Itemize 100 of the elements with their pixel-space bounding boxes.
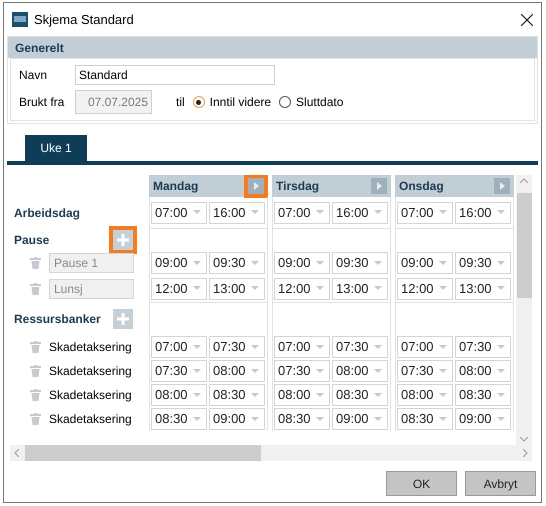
- dialog-button[interactable]: Avbryt: [465, 471, 536, 496]
- play-icon: [500, 182, 504, 190]
- resource-name: Skadetaksering: [49, 363, 132, 380]
- time-dropdown[interactable]: 16:00: [332, 202, 388, 224]
- time-dropdown[interactable]: 16:00: [455, 202, 511, 224]
- next-day-button[interactable]: [244, 175, 268, 198]
- time-dropdown[interactable]: 07:30: [397, 360, 453, 382]
- dropdown-caret-icon: [497, 260, 505, 266]
- close-icon[interactable]: [521, 14, 533, 26]
- time-dropdown[interactable]: 08:00: [455, 360, 511, 382]
- time-dropdown[interactable]: 09:00: [397, 252, 453, 274]
- time-dropdown[interactable]: 07:00: [274, 202, 330, 224]
- time-dropdown[interactable]: 12:00: [274, 278, 330, 300]
- dropdown-caret-icon: [374, 344, 382, 350]
- time-dropdown[interactable]: 12:00: [397, 278, 453, 300]
- time-dropdown[interactable]: 07:30: [274, 360, 330, 382]
- time-dropdown[interactable]: 09:30: [209, 252, 265, 274]
- vertical-scrollbar[interactable]: [516, 175, 532, 445]
- time-dropdown[interactable]: 08:00: [332, 360, 388, 382]
- section-label: Pause: [14, 232, 50, 249]
- date-field[interactable]: 07.07.2025: [75, 90, 152, 114]
- time-dropdown[interactable]: 07:30: [332, 336, 388, 358]
- time-dropdown[interactable]: 08:30: [455, 384, 511, 406]
- dropdown-caret-icon: [497, 392, 505, 398]
- time-dropdown[interactable]: 09:00: [209, 408, 265, 430]
- time-dropdown[interactable]: 08:00: [209, 360, 265, 382]
- dropdown-caret-icon: [251, 416, 259, 422]
- time-dropdown[interactable]: 08:30: [397, 408, 453, 430]
- dropdown-caret-icon: [316, 392, 324, 398]
- trash-icon[interactable]: [30, 283, 41, 295]
- trash-icon[interactable]: [30, 413, 41, 425]
- time-dropdown[interactable]: 09:00: [332, 408, 388, 430]
- section-header: Generelt: [8, 37, 537, 58]
- dropdown-caret-icon: [316, 286, 324, 291]
- dropdown-caret-icon: [497, 344, 505, 350]
- trash-icon[interactable]: [30, 389, 41, 401]
- radio-option[interactable]: Inntil videre: [192, 93, 272, 111]
- resource-name: Skadetaksering: [49, 411, 132, 428]
- scroll-thumb[interactable]: [516, 192, 532, 298]
- time-dropdown[interactable]: 07:00: [274, 336, 330, 358]
- time-dropdown[interactable]: 08:00: [151, 384, 207, 406]
- trash-icon[interactable]: [30, 257, 41, 269]
- time-dropdown[interactable]: 08:00: [397, 384, 453, 406]
- time-dropdown[interactable]: 13:00: [332, 278, 388, 300]
- dropdown-caret-icon: [251, 210, 259, 215]
- dropdown-caret-icon: [251, 344, 259, 350]
- time-dropdown[interactable]: 08:30: [151, 408, 207, 430]
- trash-icon[interactable]: [30, 365, 41, 377]
- time-dropdown[interactable]: 09:00: [274, 252, 330, 274]
- add-button[interactable]: [113, 309, 133, 329]
- next-day-button[interactable]: [371, 178, 387, 194]
- trash-icon[interactable]: [30, 341, 41, 353]
- play-icon: [376, 182, 382, 190]
- time-dropdown[interactable]: 16:00: [209, 202, 265, 224]
- dropdown-caret-icon: [193, 392, 201, 398]
- time-dropdown[interactable]: 07:30: [455, 336, 511, 358]
- resource-name: Skadetaksering: [49, 339, 132, 356]
- name-field[interactable]: Standard: [75, 65, 275, 85]
- time-dropdown[interactable]: 07:30: [209, 336, 265, 358]
- time-dropdown[interactable]: 08:30: [274, 408, 330, 430]
- time-dropdown[interactable]: 12:00: [151, 278, 207, 300]
- dropdown-caret-icon: [251, 286, 259, 291]
- time-dropdown[interactable]: 07:00: [151, 202, 207, 224]
- time-dropdown[interactable]: 07:30: [151, 360, 207, 382]
- section-label: Ressursbanker: [14, 311, 101, 328]
- time-dropdown[interactable]: 09:00: [151, 252, 207, 274]
- dropdown-caret-icon: [439, 368, 447, 374]
- dropdown-caret-icon: [439, 286, 447, 291]
- time-dropdown[interactable]: 08:30: [332, 384, 388, 406]
- time-dropdown[interactable]: 09:30: [332, 252, 388, 274]
- next-day-button[interactable]: [494, 178, 510, 194]
- dropdown-caret-icon: [374, 368, 382, 374]
- time-dropdown[interactable]: 13:00: [455, 278, 511, 300]
- horizontal-scrollbar[interactable]: [10, 445, 532, 461]
- time-dropdown[interactable]: 13:00: [209, 278, 265, 300]
- time-dropdown[interactable]: 07:00: [397, 202, 453, 224]
- app-logo-icon: [12, 12, 28, 27]
- scroll-right-icon[interactable]: [523, 449, 528, 457]
- tab[interactable]: Uke 1: [25, 135, 87, 161]
- dropdown-caret-icon: [193, 286, 201, 291]
- dropdown-caret-icon: [316, 368, 324, 374]
- time-dropdown[interactable]: 08:30: [209, 384, 265, 406]
- scroll-thumb[interactable]: [25, 445, 261, 461]
- time-dropdown[interactable]: 07:00: [397, 336, 453, 358]
- scroll-left-icon[interactable]: [14, 449, 19, 457]
- dialog-button[interactable]: OK: [386, 471, 457, 496]
- time-dropdown[interactable]: 09:00: [455, 408, 511, 430]
- add-button[interactable]: [109, 226, 137, 254]
- scroll-down-icon[interactable]: [520, 437, 528, 442]
- time-dropdown[interactable]: 07:00: [151, 336, 207, 358]
- dropdown-caret-icon: [193, 210, 201, 215]
- dropdown-caret-icon: [193, 260, 201, 266]
- time-dropdown[interactable]: 09:30: [455, 252, 511, 274]
- dropdown-caret-icon: [439, 210, 447, 215]
- radio-option[interactable]: Sluttdato: [279, 93, 344, 111]
- scroll-up-icon[interactable]: [520, 178, 528, 183]
- dropdown-caret-icon: [497, 286, 505, 291]
- dropdown-caret-icon: [316, 344, 324, 350]
- resource-name: Skadetaksering: [49, 387, 132, 404]
- time-dropdown[interactable]: 08:00: [274, 384, 330, 406]
